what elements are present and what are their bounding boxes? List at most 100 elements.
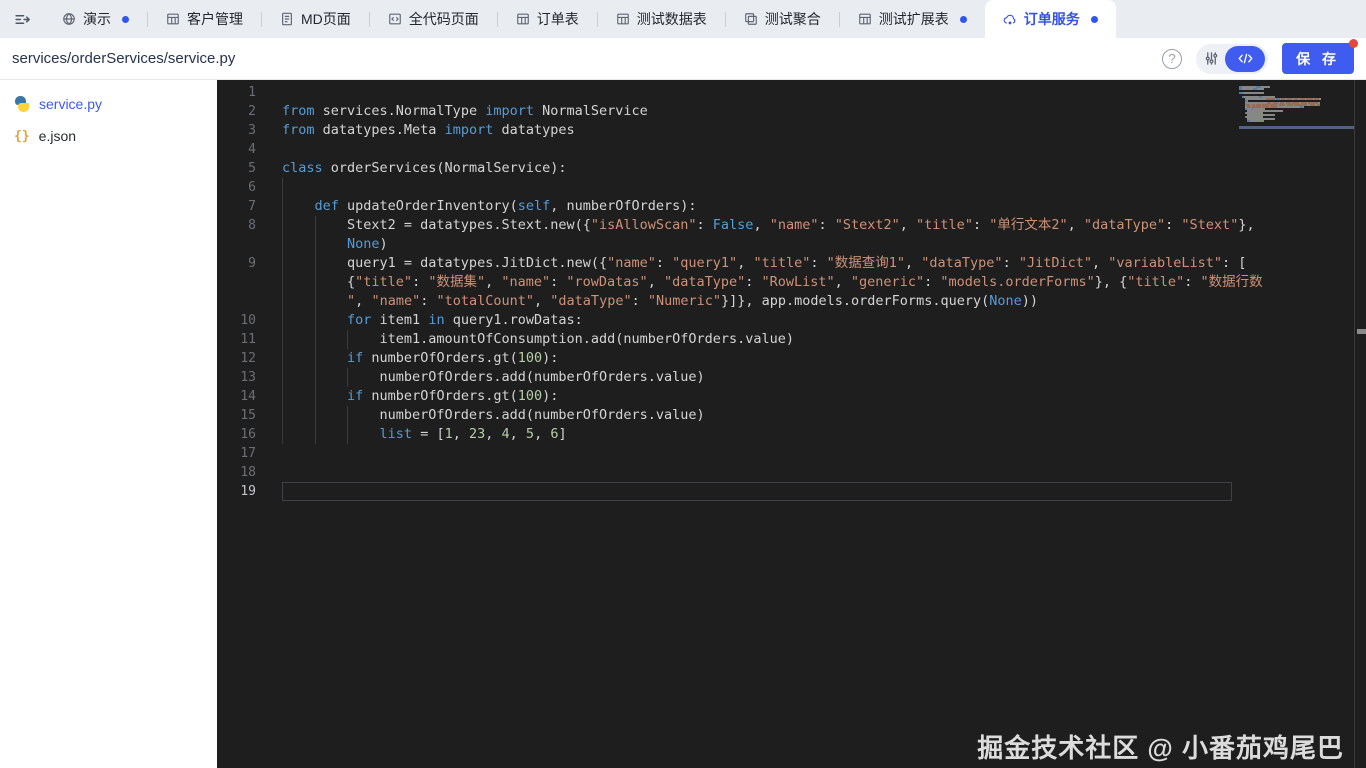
- tab-测试扩展表[interactable]: 测试扩展表: [840, 0, 985, 38]
- tab-测试聚合[interactable]: 测试聚合: [726, 0, 839, 38]
- code-token: {: [282, 274, 356, 290]
- settings-sliders-icon[interactable]: [1204, 51, 1219, 66]
- document-icon: [280, 12, 294, 26]
- view-mode-toggle[interactable]: [1196, 43, 1269, 74]
- tab-演示[interactable]: 演示: [44, 0, 147, 38]
- tab-label: 测试数据表: [636, 11, 707, 27]
- code-token: ]: [558, 426, 567, 442]
- code-token: "name": [607, 255, 656, 271]
- indent-guide: [314, 330, 316, 349]
- indent-guide: [314, 311, 316, 330]
- code-editor[interactable]: 1 2 from services.NormalType import Normal…: [217, 80, 1366, 768]
- code-token: "title": [355, 274, 413, 290]
- code-token: numberOfOrders.gt(: [363, 388, 518, 404]
- code-token: if: [347, 388, 364, 404]
- tab-label: MD页面: [301, 11, 351, 27]
- file-item-e.json[interactable]: {} e.json: [0, 120, 217, 152]
- globe-icon: [62, 12, 76, 26]
- save-button[interactable]: 保 存: [1282, 39, 1358, 74]
- indent-guide: [282, 368, 283, 387]
- tab-bar: 演示 客户管理 MD页面 全代码页面 订单表 测试数据表 测试聚合 测试扩展表 订单服务: [0, 0, 1366, 38]
- line-number: 13: [240, 370, 256, 385]
- indent-guide: [347, 425, 349, 444]
- code-token: def: [314, 198, 339, 214]
- file-item-service.py[interactable]: service.py: [0, 88, 217, 120]
- code-token: ": [347, 293, 356, 309]
- indent-guide: [282, 387, 283, 406]
- indent-guide: [314, 368, 316, 387]
- indent-guide: [314, 349, 316, 368]
- code-token: :: [696, 217, 713, 233]
- tab-MD页面[interactable]: MD页面: [262, 0, 369, 38]
- code-token: "models.orderForms": [940, 274, 1095, 290]
- indent-guide: [282, 178, 283, 197]
- collapse-sidebar-icon[interactable]: [0, 0, 44, 38]
- code-token: ,: [899, 217, 917, 233]
- code-line-content: numberOfOrders.add(numberOfOrders.value): [282, 406, 1232, 425]
- code-token: "rowDatas": [566, 274, 648, 290]
- tab-label: 测试聚合: [764, 11, 821, 27]
- code-line-content: [282, 482, 1232, 501]
- code-line-content: [282, 463, 1232, 482]
- line-number: 1: [248, 85, 256, 100]
- code-token: "generic": [850, 274, 925, 290]
- table-icon: [166, 12, 180, 26]
- unsaved-dot: [122, 15, 129, 23]
- code-token: :: [818, 217, 835, 233]
- code-token: "title": [916, 217, 973, 233]
- code-token: ): [379, 236, 388, 252]
- tab-全代码页面[interactable]: 全代码页面: [370, 0, 497, 38]
- code-token: :: [412, 274, 429, 290]
- indent-guide: [347, 368, 349, 387]
- table-icon: [858, 12, 872, 26]
- code-token: self: [517, 198, 551, 214]
- code-token: ,: [834, 274, 851, 290]
- service-icon: [1003, 12, 1017, 26]
- tab-label: 订单表: [536, 11, 579, 27]
- code-token: )): [1021, 293, 1038, 309]
- tab-订单服务[interactable]: 订单服务: [984, 0, 1116, 38]
- code-token: "isAllowScan": [590, 217, 697, 233]
- tab-label: 订单服务: [1023, 11, 1080, 27]
- line-number: 11: [240, 332, 256, 347]
- code-line: 7 def updateOrderInventory(self, numberO…: [217, 197, 1232, 216]
- code-token: "name": [371, 293, 421, 309]
- code-token: ,: [485, 426, 502, 442]
- code-token: :: [631, 293, 648, 309]
- code-line: 9 query1 = datatypes.JitDict.new({"name"…: [217, 254, 1246, 273]
- minimap[interactable]: [1239, 84, 1354, 174]
- line-number: 7: [248, 199, 256, 214]
- code-mode-icon[interactable]: [1225, 45, 1266, 72]
- indent-guide: [314, 425, 316, 444]
- code-line-content: ", "name": "totalCount", "dataType": "Nu…: [282, 292, 1232, 311]
- tab-label: 测试扩展表: [878, 11, 949, 27]
- code-line: 11 item1.amountOfConsumption.add(numberO…: [217, 330, 1232, 349]
- unsaved-badge: [1349, 39, 1358, 48]
- code-token: list: [379, 426, 413, 442]
- code-token: "数据行数: [1200, 274, 1263, 290]
- code-token: import: [485, 103, 534, 119]
- code-token: ,: [534, 293, 551, 309]
- code-token: "Numeric": [647, 293, 721, 309]
- code-token: "单行文本2": [989, 217, 1068, 233]
- help-icon[interactable]: ?: [1162, 48, 1183, 69]
- line-number: 19: [240, 484, 256, 499]
- code-token: "数据集": [428, 274, 486, 290]
- file-explorer: service.py {} e.json: [0, 80, 217, 768]
- code-token: None: [989, 293, 1022, 309]
- code-token: :: [1184, 274, 1201, 290]
- tab-label: 全代码页面: [408, 11, 479, 27]
- unsaved-dot: [959, 15, 967, 23]
- code-token: 23: [468, 426, 486, 442]
- code-token: = [: [412, 426, 445, 442]
- code-line: 5 class orderServices(NormalService):: [217, 159, 1232, 178]
- code-token: "dataType": [663, 274, 746, 290]
- tab-测试数据表[interactable]: 测试数据表: [598, 0, 725, 38]
- code-file-icon: [388, 12, 402, 26]
- indent-guide: [347, 406, 349, 425]
- tab-客户管理[interactable]: 客户管理: [148, 0, 261, 38]
- line-number: 6: [248, 180, 256, 195]
- indent-guide: [282, 406, 283, 425]
- overview-ruler-scrollbar[interactable]: [1354, 80, 1366, 768]
- tab-订单表[interactable]: 订单表: [498, 0, 597, 38]
